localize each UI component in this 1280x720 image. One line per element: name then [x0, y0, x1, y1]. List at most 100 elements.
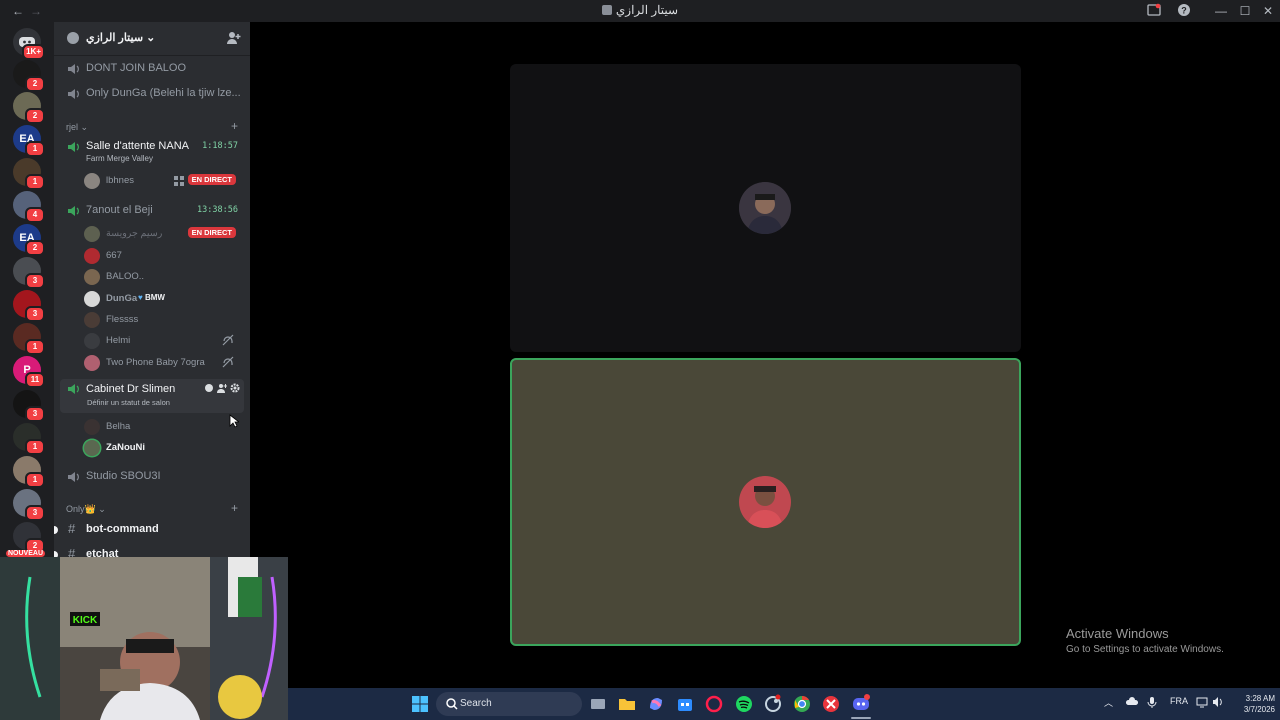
- copilot-icon[interactable]: [646, 694, 666, 714]
- channel-name: bot-command: [86, 523, 159, 535]
- add-channel-icon[interactable]: +: [231, 119, 238, 133]
- help-icon[interactable]: ?: [1176, 3, 1192, 19]
- server-icon[interactable]: EA 2: [13, 224, 45, 256]
- invite-user-icon[interactable]: [217, 383, 227, 393]
- participant-tile-speaking[interactable]: [510, 358, 1021, 646]
- mention-badge: 1: [25, 439, 45, 455]
- server-icon[interactable]: 1: [13, 158, 45, 190]
- server-icon[interactable]: 1: [13, 456, 45, 488]
- avatar: [84, 355, 100, 371]
- server-icon: [601, 5, 612, 15]
- participant-avatar: [739, 182, 791, 234]
- mention-badge: 4: [25, 207, 45, 223]
- voice-user-667[interactable]: 667: [84, 245, 240, 265]
- maximize-button[interactable]: ☐: [1237, 3, 1253, 19]
- participant-tile[interactable]: [510, 64, 1021, 352]
- clock-time: 3:28 AM: [1245, 694, 1275, 703]
- server-icon[interactable]: 1K+: [13, 28, 45, 60]
- task-view-icon[interactable]: [588, 694, 608, 714]
- guild-header[interactable]: سيتار الرازي ⌄: [54, 22, 250, 56]
- minimize-button[interactable]: —: [1213, 3, 1229, 19]
- microphone-icon[interactable]: [1146, 696, 1158, 708]
- avatar: [84, 269, 100, 285]
- voice-user-helmi[interactable]: Helmi: [84, 330, 240, 350]
- voice-user-flessss[interactable]: Flessss: [84, 309, 240, 329]
- server-icon[interactable]: 3: [13, 290, 45, 322]
- channel-timer: 1:18:57: [202, 141, 238, 151]
- chat-bubble-icon[interactable]: [204, 383, 214, 393]
- store-icon[interactable]: [675, 694, 695, 714]
- spotify-icon[interactable]: [734, 694, 754, 714]
- user-name: Helmi: [106, 335, 131, 346]
- avatar: [84, 173, 100, 189]
- mention-badge: 1K+: [22, 44, 45, 60]
- server-icon[interactable]: 3: [13, 257, 45, 289]
- voice-user-zanouni[interactable]: ZaNouNi: [84, 437, 240, 457]
- gear-icon[interactable]: [230, 383, 240, 393]
- server-icon[interactable]: 1: [13, 323, 45, 355]
- file-explorer-icon[interactable]: [617, 694, 637, 714]
- server-icon[interactable]: 1: [13, 423, 45, 455]
- invite-icon[interactable]: [226, 30, 242, 46]
- activate-windows-watermark: Activate Windows Go to Settings to activ…: [1066, 626, 1224, 655]
- user-name: Two Phone Baby 7ogra: [106, 357, 205, 368]
- voice-channel-dont-join-baloo[interactable]: DONT JOIN BALOO: [62, 58, 242, 80]
- channel-name: Cabinet Dr Slimen: [86, 383, 176, 395]
- system-clock[interactable]: 3:28 AM 3/7/2026: [1223, 693, 1275, 715]
- category-label: rjel: [66, 122, 79, 132]
- riot-client-icon[interactable]: [821, 694, 841, 714]
- chevron-down-icon: ⌄: [80, 122, 89, 132]
- category-only[interactable]: Only👑 ⌄: [66, 504, 106, 515]
- chevron-down-icon: ⌄: [146, 32, 156, 44]
- server-icon[interactable]: 2: [13, 92, 45, 124]
- close-button[interactable]: ✕: [1260, 3, 1276, 19]
- voice-channel-7anout-el-beji[interactable]: 7anout el Beji 13:38:56: [62, 200, 242, 222]
- server-icon[interactable]: 3: [13, 489, 45, 521]
- voice-channel-only-dunga[interactable]: Only DunGa (Belehi la tjiw lze...: [62, 83, 242, 105]
- avatar: [84, 226, 100, 242]
- voice-user-lbhnes[interactable]: lbhnes EN DIRECT: [84, 170, 240, 190]
- category-rjel[interactable]: rjel ⌄: [66, 122, 88, 133]
- channel-status: Farm Merge Valley: [86, 154, 153, 163]
- language-indicator[interactable]: FRA: [1170, 696, 1188, 706]
- guild-name-text: سيتار الرازي: [86, 32, 144, 44]
- network-icon[interactable]: [1196, 696, 1208, 708]
- channel-name: Only DunGa (Belehi la tjiw lze...: [86, 87, 241, 99]
- opera-gx-icon[interactable]: [704, 694, 724, 714]
- windows-start-icon[interactable]: [410, 694, 430, 714]
- onedrive-icon[interactable]: [1126, 696, 1138, 708]
- taskbar-search[interactable]: Search: [436, 692, 582, 716]
- voice-user-rasim[interactable]: رسيم جرويسة EN DIRECT: [84, 223, 240, 243]
- voice-user-two-phone[interactable]: Two Phone Baby 7ogra: [84, 352, 240, 372]
- chrome-icon[interactable]: [792, 694, 812, 714]
- server-icon[interactable]: 3: [13, 390, 45, 422]
- text-channel-bot-command[interactable]: # bot-command: [54, 518, 250, 540]
- user-tag: ♥ BMW: [138, 293, 165, 302]
- voice-channel-salle-attente[interactable]: Salle d'attente NANA 1:18:57 Farm Merge …: [62, 136, 242, 166]
- server-icon[interactable]: 4: [13, 191, 45, 223]
- mention-badge: 2: [25, 108, 45, 124]
- tray-overflow-icon[interactable]: ︿: [1104, 696, 1113, 709]
- search-placeholder: Search: [460, 698, 492, 709]
- inbox-icon[interactable]: [1146, 3, 1162, 19]
- voice-channel-cabinet-dr-slimen[interactable]: Cabinet Dr Slimen Définir un statut de s…: [60, 379, 244, 413]
- voice-user-belha[interactable]: Belha: [84, 416, 240, 436]
- voice-user-dunga[interactable]: DunGa ♥ BMW: [84, 288, 240, 308]
- voice-user-baloo[interactable]: BALOO..: [84, 266, 240, 286]
- server-icon[interactable]: 2: [13, 60, 45, 92]
- watermark-subtitle: Go to Settings to activate Windows.: [1066, 644, 1224, 655]
- mention-badge: 3: [25, 406, 45, 422]
- server-icon[interactable]: EA 1: [13, 125, 45, 157]
- steam-icon[interactable]: [763, 694, 783, 714]
- voice-channel-studio-sbou3i[interactable]: Studio SBOU3I: [62, 466, 242, 488]
- category-label: Only👑: [66, 504, 96, 514]
- speaker-icon: [68, 472, 79, 482]
- channel-status[interactable]: Définir un statut de salon: [87, 398, 170, 407]
- svg-text:KICK: KICK: [73, 615, 98, 626]
- search-icon: [446, 698, 458, 710]
- server-icon[interactable]: 2: [13, 522, 45, 554]
- window-title: سيتار الرازي: [0, 3, 1280, 17]
- discord-icon[interactable]: [851, 694, 871, 714]
- add-channel-icon[interactable]: +: [231, 501, 238, 515]
- server-icon[interactable]: P 11: [13, 356, 45, 388]
